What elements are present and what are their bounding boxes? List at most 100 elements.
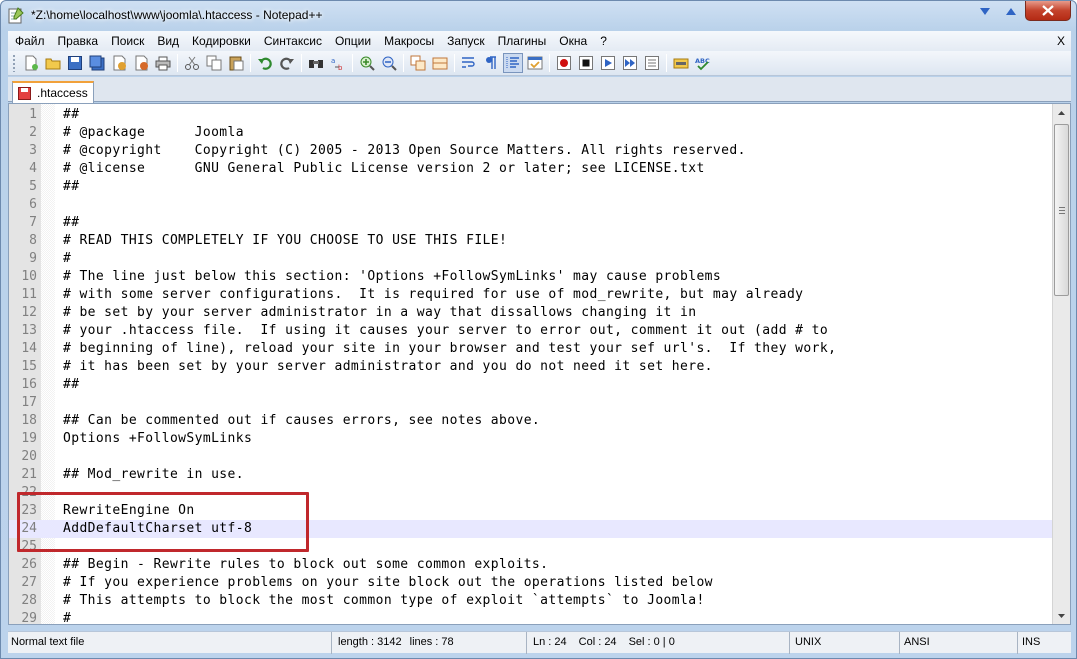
code-line[interactable]: 16 ## <box>9 376 1054 394</box>
code-text[interactable]: # This attempts to block the most common… <box>63 592 705 610</box>
code-line[interactable]: 11 # with some server configurations. It … <box>9 286 1054 304</box>
save-macro-button[interactable] <box>642 53 662 73</box>
code-line[interactable]: 18 ## Can be commented out if causes erro… <box>9 412 1054 430</box>
code-line[interactable]: 9 # <box>9 250 1054 268</box>
code-line[interactable]: 12 # be set by your server administrator … <box>9 304 1054 322</box>
code-line[interactable]: 2 # @package Joomla <box>9 124 1054 142</box>
code-text[interactable]: ## Begin - Rewrite rules to block out so… <box>63 556 548 574</box>
scrollbar-thumb[interactable] <box>1054 124 1069 296</box>
code-text[interactable]: # READ THIS COMPLETELY IF YOU CHOOSE TO … <box>63 232 507 250</box>
indent-guide-button[interactable] <box>503 53 523 73</box>
menu-file[interactable]: Файл <box>8 31 51 51</box>
play-macro-button[interactable] <box>598 53 618 73</box>
scroll-down-button[interactable] <box>1053 607 1070 624</box>
code-text[interactable]: # <box>63 250 71 268</box>
close-all-button[interactable] <box>131 53 151 73</box>
code-line[interactable]: 14 # beginning of line), reload your site… <box>9 340 1054 358</box>
code-text[interactable]: Options +FollowSymLinks <box>63 430 252 448</box>
code-line[interactable]: 6 <box>9 196 1054 214</box>
code-line[interactable]: 5 ## <box>9 178 1054 196</box>
code-line[interactable]: 13 # your .htaccess file. If using it cau… <box>9 322 1054 340</box>
code-line[interactable]: 20 <box>9 448 1054 466</box>
code-line[interactable]: 4 # @license GNU General Public License v… <box>9 160 1054 178</box>
show-all-chars-button[interactable] <box>481 53 501 73</box>
code-line[interactable]: 8 # READ THIS COMPLETELY IF YOU CHOOSE TO… <box>9 232 1054 250</box>
record-macro-button[interactable] <box>554 53 574 73</box>
scroll-tabs-up-button[interactable] <box>999 1 1023 21</box>
code-text[interactable]: ## Can be commented out if causes errors… <box>63 412 540 430</box>
menu-macro[interactable]: Макросы <box>377 31 440 51</box>
menu-window[interactable]: Окна <box>552 31 593 51</box>
code-text[interactable]: # with some server configurations. It is… <box>63 286 803 304</box>
code-text[interactable]: # your .htaccess file. If using it cause… <box>63 322 828 340</box>
menu-edit[interactable]: Правка <box>51 31 105 51</box>
code-text[interactable]: # it has been set by your server adminis… <box>63 358 713 376</box>
zoom-out-button[interactable] <box>379 53 399 73</box>
code-text[interactable]: # @license GNU General Public License ve… <box>63 160 705 178</box>
code-text[interactable]: ## <box>63 376 79 394</box>
code-text[interactable]: ## <box>63 214 79 232</box>
code-line[interactable]: 10 # The line just below this section: 'O… <box>9 268 1054 286</box>
sync-horizontal-button[interactable] <box>430 53 450 73</box>
code-text[interactable]: # @package Joomla <box>63 124 244 142</box>
code-line[interactable]: 3 # @copyright Copyright (C) 2005 - 2013 … <box>9 142 1054 160</box>
play-multiple-button[interactable] <box>620 53 640 73</box>
sync-vertical-button[interactable] <box>408 53 428 73</box>
code-text[interactable]: ## <box>63 106 79 124</box>
close-button[interactable] <box>109 53 129 73</box>
print-button[interactable] <box>153 53 173 73</box>
code-text[interactable]: # be set by your server administrator in… <box>63 304 696 322</box>
code-line[interactable]: 19 Options +FollowSymLinks <box>9 430 1054 448</box>
code-line[interactable]: 27 # If you experience problems on your s… <box>9 574 1054 592</box>
code-line[interactable]: 26 ## Begin - Rewrite rules to block out … <box>9 556 1054 574</box>
code-text[interactable]: # @copyright Copyright (C) 2005 - 2013 O… <box>63 142 746 160</box>
code-text[interactable]: # If you experience problems on your sit… <box>63 574 713 592</box>
code-line[interactable]: 28 # This attempts to block the most comm… <box>9 592 1054 610</box>
code-text[interactable]: ## Mod_rewrite in use. <box>63 466 244 484</box>
menu-language[interactable]: Синтаксис <box>257 31 328 51</box>
scroll-up-button[interactable] <box>1053 104 1070 121</box>
stop-record-button[interactable] <box>576 53 596 73</box>
trim-button[interactable] <box>671 53 691 73</box>
word-wrap-button[interactable] <box>459 53 479 73</box>
spellcheck-button[interactable]: ABC <box>693 53 713 73</box>
scroll-tabs-down-button[interactable] <box>973 1 997 21</box>
menu-run[interactable]: Запуск <box>440 31 491 51</box>
save-button[interactable] <box>65 53 85 73</box>
menu-encoding[interactable]: Кодировки <box>185 31 257 51</box>
tab-htaccess[interactable]: .htaccess <box>12 81 94 103</box>
close-document-button[interactable]: X <box>1057 31 1065 51</box>
new-file-button[interactable] <box>21 53 41 73</box>
menu-help[interactable]: ? <box>593 31 613 51</box>
code-line[interactable]: 7 ## <box>9 214 1054 232</box>
toolbar-grip[interactable] <box>12 54 16 72</box>
open-file-button[interactable] <box>43 53 63 73</box>
toolbar-separator <box>352 54 353 72</box>
code-line[interactable]: 1 ## <box>9 106 1054 124</box>
code-text[interactable]: # The line just below this section: 'Opt… <box>63 268 721 286</box>
cut-button[interactable] <box>182 53 202 73</box>
undo-button[interactable] <box>255 53 275 73</box>
code-text[interactable]: # beginning of line), reload your site i… <box>63 340 836 358</box>
vertical-scrollbar[interactable] <box>1052 104 1070 624</box>
menu-plugins[interactable]: Плагины <box>491 31 553 51</box>
menu-search[interactable]: Поиск <box>104 31 150 51</box>
code-text[interactable]: # <box>63 610 71 624</box>
user-lang-button[interactable] <box>525 53 545 73</box>
save-all-button[interactable] <box>87 53 107 73</box>
find-button[interactable] <box>306 53 326 73</box>
code-line[interactable]: 15 # it has been set by your server admin… <box>9 358 1054 376</box>
window-close-button[interactable] <box>1025 1 1071 21</box>
status-length: length : 3142 lines : 78 <box>332 632 527 654</box>
paste-button[interactable] <box>226 53 246 73</box>
replace-button[interactable]: ab <box>328 53 348 73</box>
redo-button[interactable] <box>277 53 297 73</box>
menu-view[interactable]: Вид <box>150 31 185 51</box>
code-line[interactable]: 21 ## Mod_rewrite in use. <box>9 466 1054 484</box>
menu-settings[interactable]: Опции <box>328 31 377 51</box>
code-line[interactable]: 17 <box>9 394 1054 412</box>
zoom-in-button[interactable] <box>357 53 377 73</box>
code-line[interactable]: 29 # <box>9 610 1054 624</box>
code-text[interactable]: ## <box>63 178 79 196</box>
copy-button[interactable] <box>204 53 224 73</box>
